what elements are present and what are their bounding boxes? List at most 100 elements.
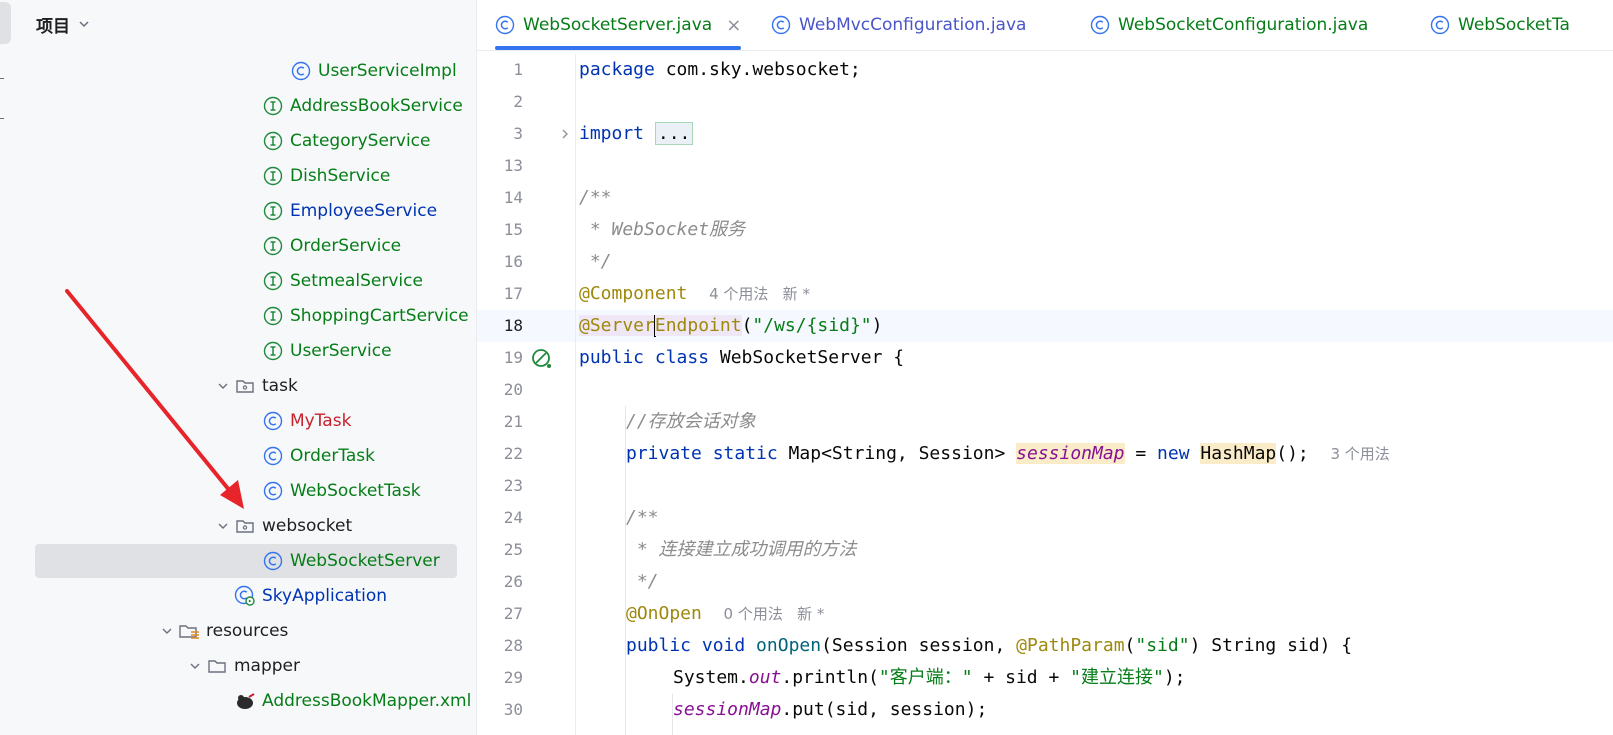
chevron-down-icon[interactable] bbox=[184, 655, 206, 677]
tree-item-resources[interactable]: resources bbox=[18, 614, 288, 648]
code-line: import ... bbox=[579, 118, 694, 150]
tool-window-strip bbox=[0, 0, 19, 735]
class-icon bbox=[495, 15, 515, 35]
package-icon bbox=[234, 515, 256, 537]
line-number: 25 bbox=[503, 540, 523, 559]
code-line: @OnOpen 0 个用法 新 * bbox=[626, 603, 825, 624]
line-number: 19 bbox=[503, 348, 523, 367]
interface-icon bbox=[262, 305, 284, 327]
class-icon bbox=[262, 480, 284, 502]
tree-item-label: AddressBookService bbox=[290, 96, 463, 116]
tree-item-skyapplication[interactable]: SkyApplication bbox=[18, 579, 387, 613]
project-view-selector[interactable]: 项目 bbox=[36, 10, 90, 38]
tree-item-setmealservice[interactable]: SetmealService bbox=[18, 264, 423, 298]
interface-icon bbox=[262, 200, 284, 222]
tree-item-label: mapper bbox=[234, 656, 301, 676]
tree-item-shoppingcartservice[interactable]: ShoppingCartService bbox=[18, 299, 469, 333]
class-icon bbox=[262, 550, 284, 572]
tree-item-employeeservice[interactable]: EmployeeService bbox=[18, 194, 437, 228]
tab-websocketserver[interactable]: WebSocketServer.java × bbox=[495, 0, 742, 50]
tree-item-websocketserver[interactable]: WebSocketServer bbox=[35, 544, 457, 578]
line-number: 2 bbox=[513, 92, 523, 111]
code-line: /** bbox=[626, 507, 659, 528]
ide-window: 项目 UserServiceImpl AddressBookService Cate… bbox=[0, 0, 1613, 735]
interface-icon bbox=[262, 270, 284, 292]
interface-icon bbox=[262, 340, 284, 362]
code-line: System.out.println("客户端：" + sid + "建立连接"… bbox=[673, 667, 1186, 688]
tree-item-label: SetmealService bbox=[290, 271, 423, 291]
code-line: */ bbox=[626, 571, 659, 592]
tree-item-mytask[interactable]: MyTask bbox=[18, 404, 351, 438]
line-number: 18 bbox=[503, 316, 523, 335]
tree-item-mapper[interactable]: mapper bbox=[18, 649, 300, 683]
project-title: 项目 bbox=[36, 16, 70, 37]
editor-tabs: WebSocketServer.java × WebMvcConfigurati… bbox=[477, 0, 1613, 51]
tree-item-dishservice[interactable]: DishService bbox=[18, 159, 390, 193]
tab-websocketconfiguration[interactable]: WebSocketConfiguration.java bbox=[1090, 0, 1368, 50]
folded-imports[interactable]: ... bbox=[654, 122, 694, 145]
tree-item-task[interactable]: task bbox=[18, 369, 298, 403]
gutter-divider bbox=[575, 54, 576, 735]
tree-item-label: CategoryService bbox=[290, 131, 431, 151]
line-number: 21 bbox=[503, 412, 523, 431]
fold-expand-icon[interactable] bbox=[559, 128, 571, 140]
close-icon[interactable]: × bbox=[726, 15, 741, 36]
tree-item-addressbookmapper-xml[interactable]: AddressBookMapper.xml bbox=[18, 684, 471, 718]
chevron-down-icon[interactable] bbox=[212, 375, 234, 397]
line-number: 27 bbox=[503, 604, 523, 623]
application-class-icon bbox=[234, 585, 256, 607]
code-editor[interactable]: WebSocketServer.java × WebMvcConfigurati… bbox=[476, 0, 1613, 735]
tree-item-label: EmployeeService bbox=[290, 201, 438, 221]
tree-item-categoryservice[interactable]: CategoryService bbox=[18, 124, 430, 158]
line-number: 15 bbox=[503, 220, 523, 239]
tab-webmvcconfiguration[interactable]: WebMvcConfiguration.java bbox=[771, 0, 1026, 50]
spring-bean-icon[interactable] bbox=[530, 347, 554, 371]
line-number: 26 bbox=[503, 572, 523, 591]
line-number: 20 bbox=[503, 380, 523, 399]
tree-item-userserviceimpl[interactable]: UserServiceImpl bbox=[18, 54, 457, 88]
project-tool-button[interactable] bbox=[0, 2, 11, 44]
usage-hint[interactable]: 0 个用法 新 * bbox=[724, 605, 825, 623]
package-icon bbox=[234, 375, 256, 397]
tab-websockettask[interactable]: WebSocketTa bbox=[1430, 0, 1570, 50]
tree-item-websockettask[interactable]: WebSocketTask bbox=[18, 474, 421, 508]
interface-icon bbox=[262, 165, 284, 187]
folder-icon bbox=[206, 655, 228, 677]
code-line: @Component 4 个用法 新 * bbox=[579, 283, 810, 304]
code-line: */ bbox=[579, 251, 612, 272]
chevron-down-icon[interactable] bbox=[212, 515, 234, 537]
tree-item-userservice[interactable]: UserService bbox=[18, 334, 392, 368]
tree-item-addressbookservice[interactable]: AddressBookService bbox=[18, 89, 463, 123]
line-number: 16 bbox=[503, 252, 523, 271]
code-line: package com.sky.websocket; bbox=[579, 59, 861, 80]
project-panel: 项目 UserServiceImpl AddressBookService Cate… bbox=[18, 0, 476, 735]
code-line: private static Map<String, Session> sess… bbox=[626, 443, 1390, 464]
tree-item-ordertask[interactable]: OrderTask bbox=[18, 439, 375, 473]
interface-icon bbox=[262, 95, 284, 117]
usage-hint[interactable]: 4 个用法 新 * bbox=[709, 285, 810, 303]
line-number: 28 bbox=[503, 636, 523, 655]
line-number: 24 bbox=[503, 508, 523, 527]
line-number: 29 bbox=[503, 668, 523, 687]
tree-item-orderservice[interactable]: OrderService bbox=[18, 229, 401, 263]
tree-item-label: WebSocketServer bbox=[290, 551, 440, 571]
line-number: 13 bbox=[503, 156, 523, 175]
tree-item-websocket[interactable]: websocket bbox=[18, 509, 352, 543]
line-number: 3 bbox=[513, 124, 523, 143]
chevron-down-icon[interactable] bbox=[156, 620, 178, 642]
usage-hint[interactable]: 3 个用法 bbox=[1330, 445, 1389, 463]
code-line: @ServerEndpoint("/ws/{sid}") bbox=[579, 315, 883, 337]
resources-folder-icon bbox=[178, 620, 200, 642]
class-icon bbox=[262, 410, 284, 432]
code-line: /** bbox=[579, 187, 612, 208]
